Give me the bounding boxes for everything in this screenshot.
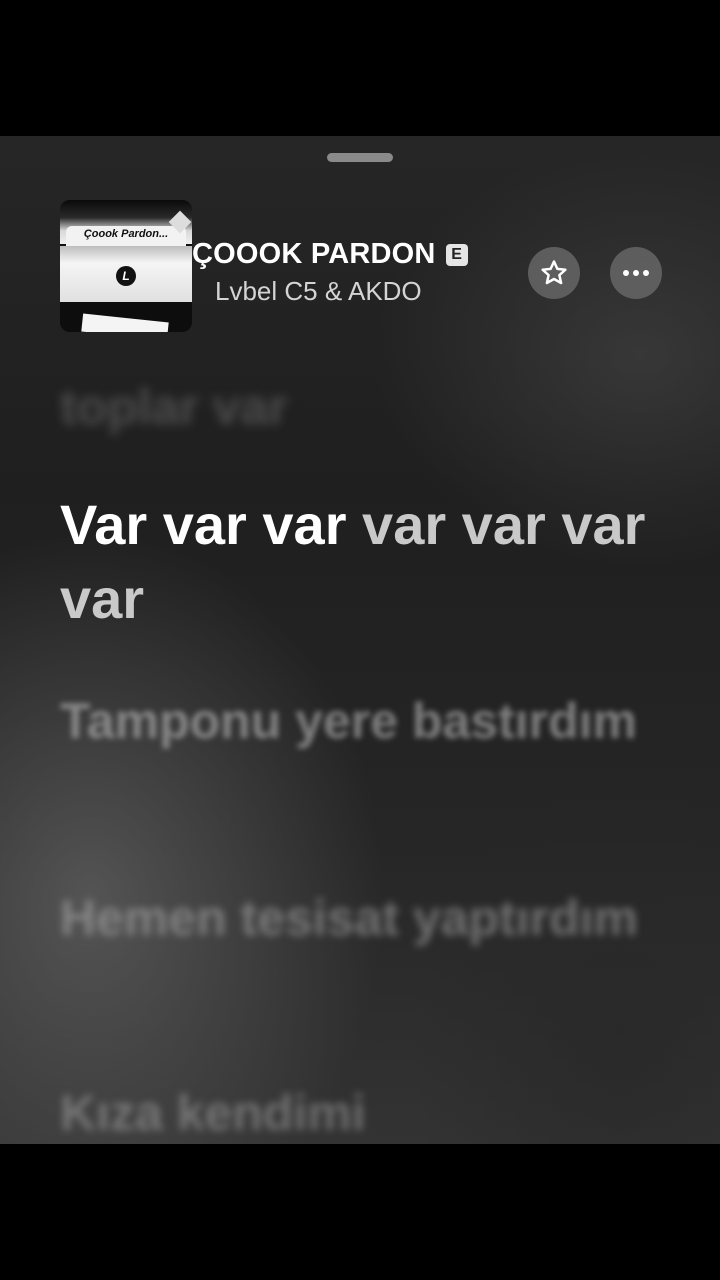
lyrics-screen: Çoook Pardon... L ÇOOOK PARDON E Lvbel C… — [0, 136, 720, 1144]
album-artwork[interactable]: Çoook Pardon... L — [60, 200, 192, 332]
artist-name[interactable]: Lvbel C5 & AKDO — [215, 276, 422, 307]
artwork-logo: L — [116, 266, 136, 286]
sheet-grabber[interactable] — [327, 153, 393, 162]
lyric-line-previous[interactable]: toplar var — [60, 370, 660, 444]
artwork-text: Çoook Pardon... — [83, 228, 169, 240]
more-icon — [623, 270, 649, 276]
lyric-line-next[interactable]: Kıza kendimi — [60, 1076, 660, 1144]
lyric-line-next[interactable]: Tamponu yere bastırdım — [60, 684, 660, 758]
song-title-row: ÇOOOK PARDON E — [192, 238, 468, 271]
lyric-sung-part: Var var var — [60, 493, 347, 556]
lyric-line-current[interactable]: Var var var var var var var — [60, 488, 660, 636]
lyric-line-next[interactable]: Hemen tesisat yaptırdım — [60, 881, 660, 955]
more-button[interactable] — [610, 247, 662, 299]
explicit-badge: E — [445, 243, 468, 266]
star-icon — [541, 260, 567, 285]
song-title: ÇOOOK PARDON — [192, 238, 436, 270]
favorite-button[interactable] — [528, 247, 580, 299]
